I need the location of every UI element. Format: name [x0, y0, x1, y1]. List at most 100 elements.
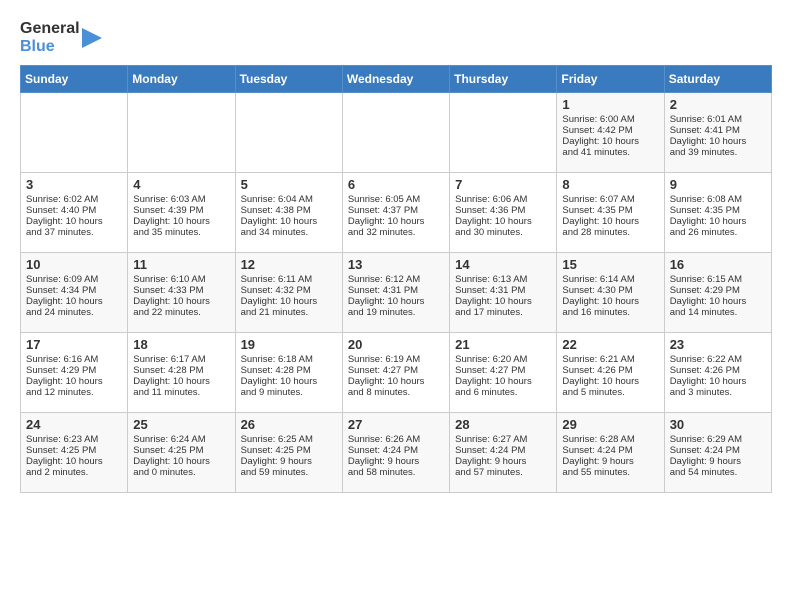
- day-info: Sunrise: 6:26 AM: [348, 434, 444, 445]
- day-info: and 8 minutes.: [348, 387, 444, 398]
- calendar-cell: 2Sunrise: 6:01 AMSunset: 4:41 PMDaylight…: [664, 93, 771, 173]
- calendar-cell: 23Sunrise: 6:22 AMSunset: 4:26 PMDayligh…: [664, 333, 771, 413]
- day-info: Sunrise: 6:21 AM: [562, 354, 658, 365]
- day-info: Daylight: 10 hours: [348, 216, 444, 227]
- day-info: Sunrise: 6:20 AM: [455, 354, 551, 365]
- day-info: Daylight: 10 hours: [133, 296, 229, 307]
- calendar-cell: 6Sunrise: 6:05 AMSunset: 4:37 PMDaylight…: [342, 173, 449, 253]
- day-info: Sunrise: 6:13 AM: [455, 274, 551, 285]
- calendar-cell: 12Sunrise: 6:11 AMSunset: 4:32 PMDayligh…: [235, 253, 342, 333]
- calendar-cell: 14Sunrise: 6:13 AMSunset: 4:31 PMDayligh…: [450, 253, 557, 333]
- week-row-1: 1Sunrise: 6:00 AMSunset: 4:42 PMDaylight…: [21, 93, 772, 173]
- day-info: Sunrise: 6:17 AM: [133, 354, 229, 365]
- day-info: Daylight: 10 hours: [26, 456, 122, 467]
- day-info: Daylight: 10 hours: [348, 376, 444, 387]
- day-number: 25: [133, 417, 229, 432]
- day-info: Sunrise: 6:02 AM: [26, 194, 122, 205]
- day-info: Sunrise: 6:07 AM: [562, 194, 658, 205]
- day-info: Sunrise: 6:00 AM: [562, 114, 658, 125]
- logo: General Blue: [20, 20, 102, 55]
- calendar-cell: 10Sunrise: 6:09 AMSunset: 4:34 PMDayligh…: [21, 253, 128, 333]
- day-info: Daylight: 10 hours: [455, 376, 551, 387]
- week-row-2: 3Sunrise: 6:02 AMSunset: 4:40 PMDaylight…: [21, 173, 772, 253]
- day-info: Sunrise: 6:19 AM: [348, 354, 444, 365]
- day-info: and 26 minutes.: [670, 227, 766, 238]
- day-info: and 24 minutes.: [26, 307, 122, 318]
- day-info: and 28 minutes.: [562, 227, 658, 238]
- day-info: Sunset: 4:25 PM: [133, 445, 229, 456]
- day-number: 17: [26, 337, 122, 352]
- day-info: Sunset: 4:24 PM: [562, 445, 658, 456]
- day-info: and 12 minutes.: [26, 387, 122, 398]
- day-number: 11: [133, 257, 229, 272]
- calendar-cell: 7Sunrise: 6:06 AMSunset: 4:36 PMDaylight…: [450, 173, 557, 253]
- day-number: 21: [455, 337, 551, 352]
- calendar-cell: 3Sunrise: 6:02 AMSunset: 4:40 PMDaylight…: [21, 173, 128, 253]
- day-info: and 14 minutes.: [670, 307, 766, 318]
- day-number: 1: [562, 97, 658, 112]
- day-number: 28: [455, 417, 551, 432]
- day-info: Sunrise: 6:10 AM: [133, 274, 229, 285]
- calendar-cell: [450, 93, 557, 173]
- calendar-cell: 25Sunrise: 6:24 AMSunset: 4:25 PMDayligh…: [128, 413, 235, 493]
- day-info: Sunset: 4:37 PM: [348, 205, 444, 216]
- day-info: Sunset: 4:25 PM: [26, 445, 122, 456]
- day-number: 2: [670, 97, 766, 112]
- day-number: 13: [348, 257, 444, 272]
- day-info: Sunset: 4:31 PM: [348, 285, 444, 296]
- day-info: Sunrise: 6:09 AM: [26, 274, 122, 285]
- day-info: and 6 minutes.: [455, 387, 551, 398]
- day-info: Sunset: 4:38 PM: [241, 205, 337, 216]
- calendar-cell: 30Sunrise: 6:29 AMSunset: 4:24 PMDayligh…: [664, 413, 771, 493]
- calendar-cell: 9Sunrise: 6:08 AMSunset: 4:35 PMDaylight…: [664, 173, 771, 253]
- day-info: and 30 minutes.: [455, 227, 551, 238]
- day-info: Sunset: 4:27 PM: [348, 365, 444, 376]
- day-info: Sunset: 4:26 PM: [670, 365, 766, 376]
- day-info: Sunset: 4:27 PM: [455, 365, 551, 376]
- calendar-cell: 17Sunrise: 6:16 AMSunset: 4:29 PMDayligh…: [21, 333, 128, 413]
- day-info: and 9 minutes.: [241, 387, 337, 398]
- logo-text-blue: Blue: [20, 38, 80, 56]
- calendar-cell: 18Sunrise: 6:17 AMSunset: 4:28 PMDayligh…: [128, 333, 235, 413]
- day-info: Daylight: 9 hours: [241, 456, 337, 467]
- day-info: and 59 minutes.: [241, 467, 337, 478]
- calendar-cell: 26Sunrise: 6:25 AMSunset: 4:25 PMDayligh…: [235, 413, 342, 493]
- day-info: Sunset: 4:28 PM: [133, 365, 229, 376]
- day-info: Sunset: 4:41 PM: [670, 125, 766, 136]
- day-info: Daylight: 10 hours: [670, 136, 766, 147]
- day-info: Sunrise: 6:08 AM: [670, 194, 766, 205]
- calendar-cell: 22Sunrise: 6:21 AMSunset: 4:26 PMDayligh…: [557, 333, 664, 413]
- day-info: Daylight: 10 hours: [562, 216, 658, 227]
- calendar-cell: 28Sunrise: 6:27 AMSunset: 4:24 PMDayligh…: [450, 413, 557, 493]
- weekday-header-monday: Monday: [128, 66, 235, 93]
- day-info: Sunset: 4:26 PM: [562, 365, 658, 376]
- calendar-cell: 27Sunrise: 6:26 AMSunset: 4:24 PMDayligh…: [342, 413, 449, 493]
- day-info: and 32 minutes.: [348, 227, 444, 238]
- day-number: 26: [241, 417, 337, 432]
- day-info: and 37 minutes.: [26, 227, 122, 238]
- day-info: Sunset: 4:33 PM: [133, 285, 229, 296]
- weekday-header-wednesday: Wednesday: [342, 66, 449, 93]
- day-info: Sunrise: 6:05 AM: [348, 194, 444, 205]
- calendar-cell: 15Sunrise: 6:14 AMSunset: 4:30 PMDayligh…: [557, 253, 664, 333]
- day-info: Sunrise: 6:04 AM: [241, 194, 337, 205]
- day-number: 16: [670, 257, 766, 272]
- day-info: Daylight: 10 hours: [26, 376, 122, 387]
- page-header: General Blue: [20, 20, 772, 55]
- day-number: 27: [348, 417, 444, 432]
- day-info: and 41 minutes.: [562, 147, 658, 158]
- calendar-cell: 4Sunrise: 6:03 AMSunset: 4:39 PMDaylight…: [128, 173, 235, 253]
- day-info: Daylight: 9 hours: [348, 456, 444, 467]
- day-info: Sunrise: 6:06 AM: [455, 194, 551, 205]
- calendar-cell: 20Sunrise: 6:19 AMSunset: 4:27 PMDayligh…: [342, 333, 449, 413]
- day-info: Sunrise: 6:27 AM: [455, 434, 551, 445]
- calendar-cell: 21 Sunrise: 6:20 AMSunset: 4:27 PMDayligh…: [450, 333, 557, 413]
- day-info: and 0 minutes.: [133, 467, 229, 478]
- day-info: Sunrise: 6:14 AM: [562, 274, 658, 285]
- calendar-cell: 11 Sunrise: 6:10 AMSunset: 4:33 PMDayligh…: [128, 253, 235, 333]
- day-info: Sunset: 4:28 PM: [241, 365, 337, 376]
- day-info: Sunrise: 6:22 AM: [670, 354, 766, 365]
- day-info: and 19 minutes.: [348, 307, 444, 318]
- day-number: 9: [670, 177, 766, 192]
- day-info: Daylight: 10 hours: [133, 376, 229, 387]
